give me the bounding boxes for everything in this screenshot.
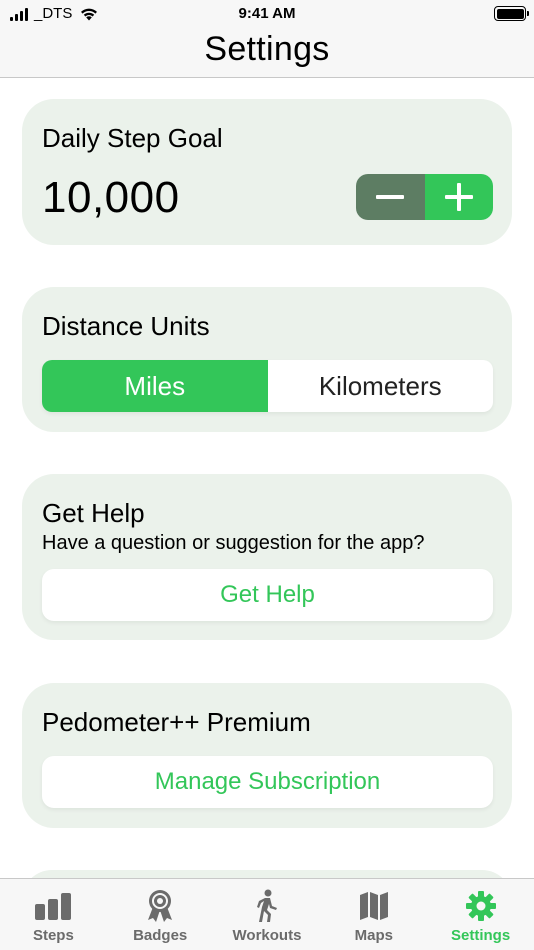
tab-badges-label: Badges (133, 927, 188, 944)
get-help-title: Get Help (42, 498, 145, 528)
distance-units-title: Distance Units (42, 311, 210, 341)
gear-icon (461, 889, 501, 923)
page-title: Settings (204, 30, 330, 68)
tab-steps[interactable]: Steps (0, 879, 107, 950)
distance-units-card: Distance Units Miles Kilometers (22, 287, 512, 432)
bar-chart-icon (33, 889, 73, 923)
status-bar: _DTS 9:41 AM (0, 0, 534, 28)
tab-settings[interactable]: Settings (427, 879, 534, 950)
distance-units-segmented-control: Miles Kilometers (42, 360, 493, 412)
tab-bar: Steps Badges Workouts Maps Settings (0, 878, 534, 950)
premium-card: Pedometer++ Premium Manage Subscription (22, 683, 512, 828)
map-icon (354, 889, 394, 923)
get-help-button[interactable]: Get Help (42, 569, 493, 621)
badge-ribbon-icon (140, 889, 180, 923)
tab-workouts[interactable]: Workouts (214, 879, 321, 950)
tab-badges[interactable]: Badges (107, 879, 214, 950)
tab-maps[interactable]: Maps (320, 879, 427, 950)
get-help-card: Get Help Have a question or suggestion f… (22, 474, 512, 640)
segment-miles[interactable]: Miles (42, 360, 268, 412)
tab-settings-label: Settings (450, 927, 511, 944)
decrement-button[interactable] (356, 174, 425, 220)
plus-icon (444, 183, 473, 211)
step-goal-card: Daily Step Goal 10,000 (22, 99, 512, 245)
step-goal-value: 10,000 (42, 173, 180, 222)
tab-maps-label: Maps (354, 927, 393, 944)
status-time: 9:41 AM (238, 5, 296, 22)
increment-button[interactable] (424, 174, 493, 220)
walking-person-icon (247, 889, 287, 923)
tab-steps-label: Steps (32, 927, 74, 944)
navigation-bar: Settings (0, 28, 534, 78)
segment-kilometers[interactable]: Kilometers (268, 360, 494, 412)
battery-icon (494, 6, 529, 21)
minus-icon (376, 195, 405, 199)
step-goal-stepper (356, 174, 493, 220)
manage-subscription-button[interactable]: Manage Subscription (42, 756, 493, 808)
get-help-subtitle: Have a question or suggestion for the ap… (42, 532, 425, 554)
tab-workouts-label: Workouts (232, 927, 302, 944)
step-goal-title: Daily Step Goal (42, 123, 223, 153)
premium-title: Pedometer++ Premium (42, 707, 311, 737)
